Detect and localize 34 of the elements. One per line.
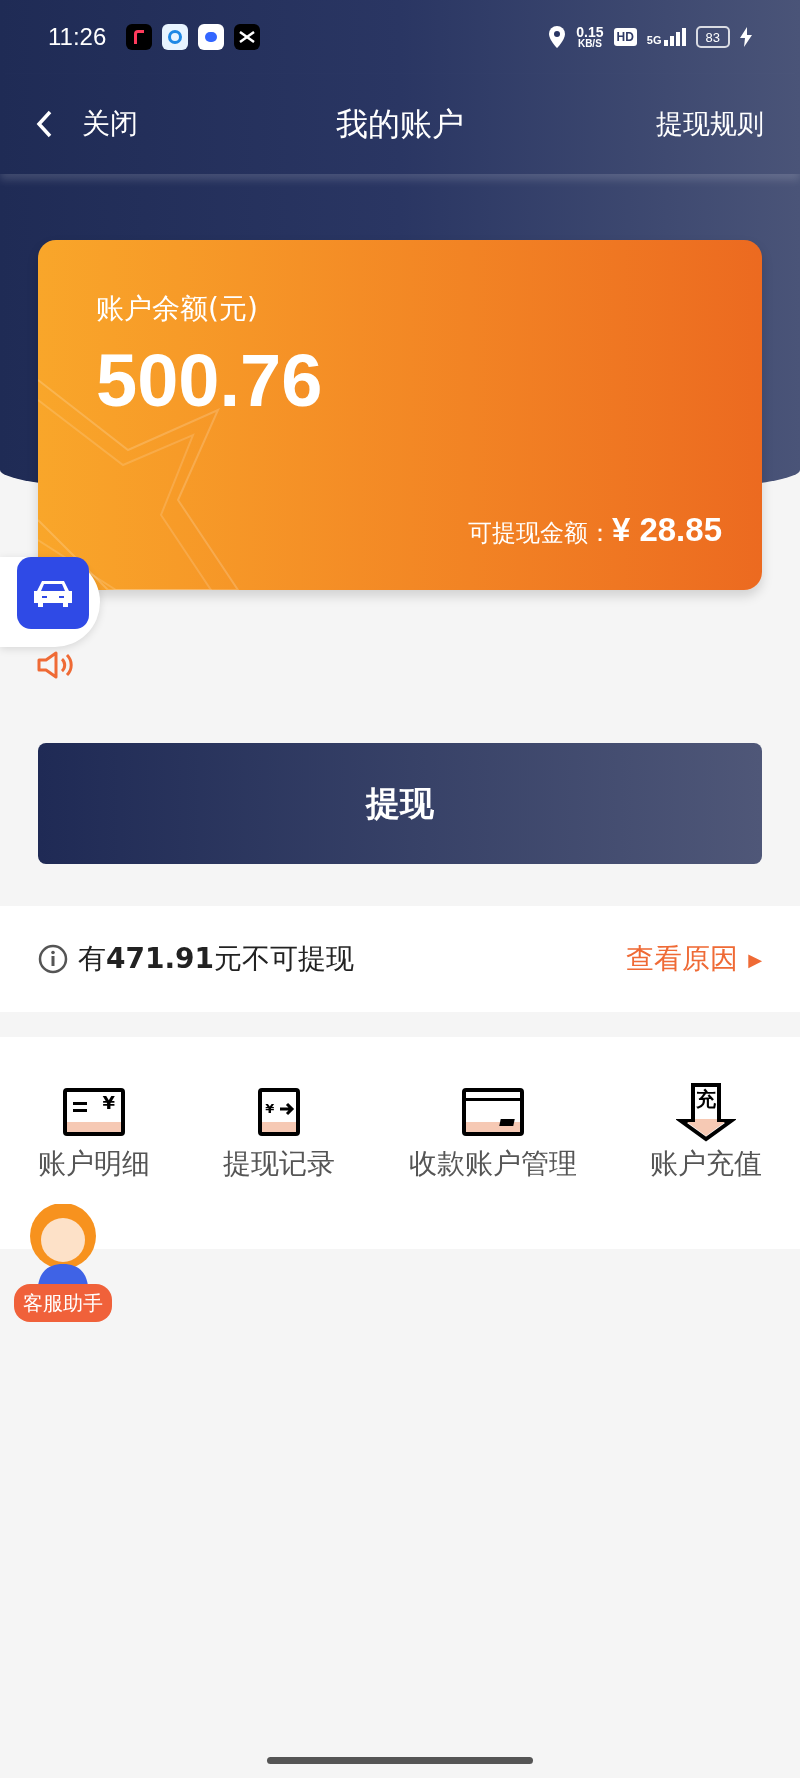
network-speed-unit: KB/S — [577, 39, 602, 49]
non-withdrawable-notice: 有471.91元不可提现 — [78, 941, 355, 977]
location-icon — [548, 25, 567, 49]
back-chevron-icon — [36, 110, 52, 138]
balance-label: 账户余额(元) — [96, 291, 259, 327]
network-type: 5G — [646, 35, 662, 46]
network-speed: 0.15 — [576, 25, 604, 39]
bank-card-icon — [461, 1088, 524, 1136]
withdraw-record-icon: ¥ — [258, 1088, 301, 1136]
charging-icon — [740, 27, 752, 47]
app-icon — [162, 24, 189, 50]
menu-item[interactable]: 充 账户充值 — [650, 1081, 762, 1181]
speaker-icon — [36, 650, 74, 680]
page-title: 我的账户 — [336, 104, 464, 145]
menu-item[interactable]: 收款账户管理 — [408, 1081, 577, 1181]
clock: 11:26 — [48, 22, 107, 52]
balance-amount: 500.76 — [96, 344, 324, 418]
app-icon — [126, 24, 153, 50]
info-icon — [38, 944, 68, 974]
withdraw-button[interactable]: 提现 — [38, 743, 762, 864]
car-icon — [33, 578, 73, 608]
menu-item[interactable]: ¥ 账户明细 — [38, 1081, 150, 1181]
car-button[interactable] — [17, 557, 89, 629]
withdraw-rules-link[interactable]: 提现规则 — [656, 103, 764, 145]
close-button[interactable]: 关闭 — [36, 103, 138, 145]
hd-badge: HD — [613, 28, 637, 46]
withdrawable-label: 可提现金额： — [467, 517, 612, 549]
signal-icon — [663, 28, 686, 46]
ledger-icon: ¥ — [63, 1088, 125, 1136]
app-icon — [234, 24, 261, 50]
battery-level: 83 — [705, 30, 720, 44]
withdrawable-amount: ¥ 28.85 — [611, 509, 722, 550]
menu-item[interactable]: ¥ 提现记录 — [223, 1081, 336, 1181]
recharge-arrow-icon: 充 — [676, 1081, 736, 1143]
